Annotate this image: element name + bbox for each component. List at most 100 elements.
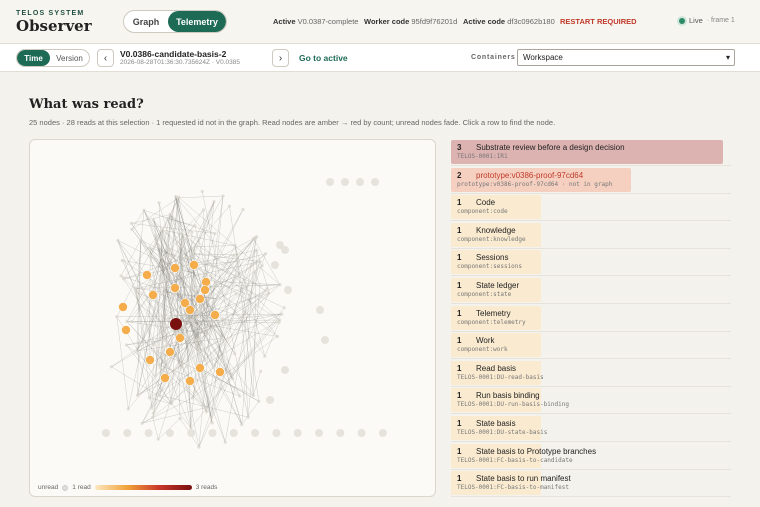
graph-node[interactable] (211, 365, 215, 369)
tab-graph[interactable]: Graph (124, 11, 168, 32)
read-row[interactable]: 1 Telemetry component:telemetry (451, 305, 731, 332)
graph-node[interactable] (130, 319, 134, 324)
graph-node[interactable] (215, 296, 219, 301)
graph-node[interactable] (221, 317, 225, 321)
graph-node[interactable] (160, 255, 164, 259)
graph-node[interactable] (159, 323, 163, 327)
graph-node-read[interactable] (160, 373, 170, 383)
graph-node[interactable] (183, 323, 187, 328)
graph-node[interactable] (158, 366, 162, 370)
graph-node[interactable] (204, 410, 209, 414)
graph-node[interactable] (135, 290, 139, 294)
graph-node[interactable] (178, 416, 182, 421)
graph-node[interactable] (165, 344, 169, 348)
graph-node[interactable] (209, 416, 213, 420)
graph-node[interactable] (129, 221, 134, 225)
read-row[interactable]: 1 Knowledge component:knowledge (451, 222, 731, 249)
graph-node[interactable] (213, 285, 218, 289)
graph-node[interactable] (219, 336, 224, 340)
graph-node[interactable] (176, 195, 181, 199)
graph-node-unread[interactable] (272, 429, 281, 437)
graph-node[interactable] (230, 373, 234, 378)
graph-node[interactable] (188, 286, 192, 290)
graph-node-read[interactable] (170, 263, 180, 273)
graph-node[interactable] (135, 393, 140, 397)
graph-node-read[interactable] (201, 277, 211, 287)
graph-node[interactable] (258, 259, 262, 264)
prev-basis-button[interactable]: ‹ (97, 49, 114, 67)
graph-node[interactable] (169, 402, 173, 406)
graph-node-read[interactable] (189, 260, 199, 270)
graph-node-unread[interactable] (144, 429, 153, 437)
graph-node[interactable] (179, 365, 183, 370)
graph-node-unread[interactable] (102, 429, 110, 437)
graph-node[interactable] (223, 440, 227, 444)
graph-node[interactable] (126, 407, 130, 411)
graph-node-unread[interactable] (378, 429, 387, 437)
graph-node[interactable] (163, 285, 167, 290)
graph-node[interactable] (161, 314, 165, 319)
graph-node[interactable] (142, 208, 146, 212)
graph-node[interactable] (168, 212, 172, 217)
graph-node[interactable] (260, 263, 264, 268)
graph-node-read[interactable] (185, 376, 195, 386)
graph-node[interactable] (197, 345, 202, 349)
read-row[interactable]: 1 State ledger component:state (451, 277, 731, 304)
graph-node-read[interactable] (175, 333, 185, 343)
graph-node[interactable] (185, 236, 189, 240)
graph-node-unread[interactable] (336, 429, 345, 437)
graph-node-read[interactable] (215, 367, 225, 377)
read-row[interactable]: 1 State basis to run manifest TELOS-0001:F… (451, 470, 731, 497)
graph-node[interactable] (240, 422, 244, 427)
graph-node-read[interactable] (148, 290, 158, 300)
graph-node[interactable] (180, 245, 184, 249)
graph-node[interactable] (156, 245, 161, 249)
graph-node[interactable] (202, 272, 206, 276)
graph-node[interactable] (241, 207, 245, 211)
graph-node[interactable] (234, 292, 238, 296)
graph-node[interactable] (196, 349, 200, 353)
graph-node[interactable] (201, 208, 206, 212)
graph-node[interactable] (246, 415, 250, 419)
graph-node[interactable] (157, 201, 161, 205)
graph-node-read[interactable] (185, 305, 195, 315)
graph-node[interactable] (204, 405, 208, 410)
graph-node[interactable] (190, 252, 194, 256)
graph-node[interactable] (231, 377, 235, 381)
graph-node-hot[interactable] (170, 318, 182, 330)
graph-node-unread[interactable] (266, 396, 274, 404)
graph-node-read[interactable] (195, 294, 205, 304)
graph-node[interactable] (249, 263, 253, 267)
graph-node[interactable] (155, 349, 159, 353)
read-row[interactable]: 1 Code component:code (451, 194, 731, 222)
graph-node[interactable] (156, 437, 160, 441)
graph-node[interactable] (159, 292, 163, 296)
graph-node[interactable] (158, 393, 162, 397)
graph-node-unread[interactable] (187, 429, 196, 437)
graph-node-unread[interactable] (371, 178, 379, 186)
graph-node[interactable] (125, 319, 129, 324)
graph-node[interactable] (193, 224, 197, 228)
graph-node[interactable] (162, 331, 167, 335)
graph-node[interactable] (124, 343, 129, 347)
graph-node[interactable] (147, 396, 152, 400)
graph-node[interactable] (140, 421, 144, 425)
graph-node-read[interactable] (210, 310, 220, 320)
graph-node[interactable] (109, 365, 114, 369)
graph-node[interactable] (211, 265, 215, 269)
graph-node[interactable] (248, 293, 252, 297)
graph-node-read[interactable] (118, 302, 128, 312)
tab-telemetry[interactable]: Telemetry (168, 11, 226, 32)
graph-node-unread[interactable] (271, 261, 279, 269)
graph-node-read[interactable] (200, 285, 210, 295)
graph-node[interactable] (282, 306, 286, 310)
read-row[interactable]: 1 Read basis TELOS-0001:DU-read-basis (451, 360, 731, 387)
graph-node[interactable] (198, 308, 203, 313)
graph-node[interactable] (175, 272, 179, 276)
graph-node[interactable] (224, 321, 228, 325)
graph-node[interactable] (190, 396, 194, 400)
graph-node[interactable] (190, 230, 194, 234)
graph-node-unread[interactable] (356, 178, 364, 186)
tab-version[interactable]: Version (50, 50, 89, 66)
read-row[interactable]: 3 Substrate review before a design decisi… (451, 139, 731, 166)
